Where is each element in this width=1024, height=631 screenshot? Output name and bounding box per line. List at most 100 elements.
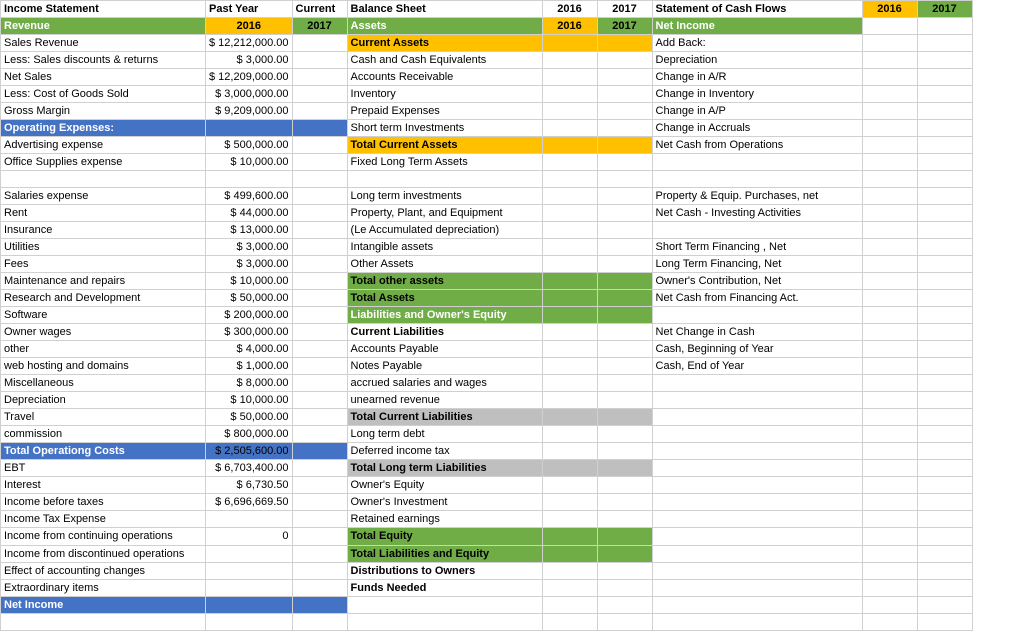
table-row: Salaries expense$ 499,600.00Long term in… <box>1 188 973 205</box>
bs-row-2017 <box>597 188 652 205</box>
is-2017-header: 2017 <box>292 18 347 35</box>
is-row-2016 <box>206 545 293 562</box>
cf-row-2016 <box>862 239 917 256</box>
bs-row-2016 <box>542 494 597 511</box>
table-row: Interest$ 6,730.50Owner's Equity <box>1 477 973 494</box>
table-row: Extraordinary itemsFunds Needed <box>1 579 973 596</box>
cf-net-income-2016 <box>862 18 917 35</box>
is-row-label: Travel <box>1 409 206 426</box>
cf-row-label: Cash, Beginning of Year <box>652 341 862 358</box>
table-row: Fees$ 3,000.00Other AssetsLong Term Fina… <box>1 256 973 273</box>
is-row-2017 <box>292 69 347 86</box>
cf-row-2016 <box>862 579 917 596</box>
cf-row-2016 <box>862 511 917 528</box>
is-row-2017 <box>292 341 347 358</box>
bs-row-2017 <box>597 171 652 188</box>
is-row-2016 <box>206 562 293 579</box>
cf-row-label <box>652 460 862 477</box>
is-row-2016: $ 44,000.00 <box>206 205 293 222</box>
cf-row-2016 <box>862 290 917 307</box>
table-row: Software$ 200,000.00Liabilities and Owne… <box>1 307 973 324</box>
cf-row-label: Change in Accruals <box>652 120 862 137</box>
cf-row-2017 <box>917 35 972 52</box>
cf-row-label <box>652 222 862 239</box>
bs-2016-val: 2016 <box>542 18 597 35</box>
is-row-2017 <box>292 35 347 52</box>
is-row-label: Interest <box>1 477 206 494</box>
bs-row-2017 <box>597 86 652 103</box>
is-row-2017 <box>292 545 347 562</box>
bs-row-2017 <box>597 562 652 579</box>
table-row: Income from discontinued operationsTotal… <box>1 545 973 562</box>
is-row-label: Advertising expense <box>1 137 206 154</box>
is-row-2016: $ 1,000.00 <box>206 358 293 375</box>
bs-row-2016 <box>542 307 597 324</box>
cf-row-label <box>652 477 862 494</box>
table-row: Rent$ 44,000.00Property, Plant, and Equi… <box>1 205 973 222</box>
is-row-2017 <box>292 596 347 613</box>
is-row-2017 <box>292 613 347 630</box>
cf-row-label <box>652 562 862 579</box>
is-row-2017 <box>292 579 347 596</box>
cf-row-2016 <box>862 120 917 137</box>
is-row-2017 <box>292 120 347 137</box>
cf-row-2017 <box>917 409 972 426</box>
is-row-2016: $ 50,000.00 <box>206 409 293 426</box>
table-row: Research and Development$ 50,000.00Total… <box>1 290 973 307</box>
cf-row-2017 <box>917 256 972 273</box>
cf-row-2016 <box>862 460 917 477</box>
bs-row-2016 <box>542 426 597 443</box>
is-row-2016 <box>206 579 293 596</box>
is-row-2016: $ 300,000.00 <box>206 324 293 341</box>
table-row: Net Income <box>1 596 973 613</box>
bs-row-2016 <box>542 290 597 307</box>
bs-row-label: Liabilities and Owner's Equity <box>347 307 542 324</box>
cf-row-2017 <box>917 358 972 375</box>
cf-row-label: Cash, End of Year <box>652 358 862 375</box>
cf-row-2017 <box>917 477 972 494</box>
cf-row-2017 <box>917 52 972 69</box>
bs-row-label: Total Current Liabilities <box>347 409 542 426</box>
is-row-label: Total Operationg Costs <box>1 443 206 460</box>
is-row-2017 <box>292 290 347 307</box>
cf-row-2017 <box>917 375 972 392</box>
table-row: web hosting and domains$ 1,000.00Notes P… <box>1 358 973 375</box>
bs-row-label: Fixed Long Term Assets <box>347 154 542 171</box>
is-row-label: Net Sales <box>1 69 206 86</box>
is-revenue-label: Revenue <box>1 18 206 35</box>
bs-row-label: Notes Payable <box>347 358 542 375</box>
bs-row-2017 <box>597 443 652 460</box>
cf-row-2016 <box>862 358 917 375</box>
table-row: Office Supplies expense$ 10,000.00Fixed … <box>1 154 973 171</box>
cf-row-label <box>652 171 862 188</box>
is-row-label: Miscellaneous <box>1 375 206 392</box>
is-row-2016: $ 10,000.00 <box>206 154 293 171</box>
bs-row-2016 <box>542 120 597 137</box>
bs-row-2017 <box>597 392 652 409</box>
cf-row-label <box>652 409 862 426</box>
cf-row-2017 <box>917 120 972 137</box>
is-row-2017 <box>292 154 347 171</box>
bs-row-2017 <box>597 545 652 562</box>
is-row-2017 <box>292 239 347 256</box>
cf-row-2016 <box>862 171 917 188</box>
is-section-title: Income Statement <box>1 1 206 18</box>
is-row-2016: $ 499,600.00 <box>206 188 293 205</box>
bs-row-2016 <box>542 103 597 120</box>
bs-row-label: Prepaid Expenses <box>347 103 542 120</box>
bs-row-2017 <box>597 477 652 494</box>
cf-row-label <box>652 579 862 596</box>
is-row-label: Software <box>1 307 206 324</box>
bs-row-2016 <box>542 460 597 477</box>
is-row-2016 <box>206 171 293 188</box>
bs-row-label: Current Liabilities <box>347 324 542 341</box>
is-row-label: Owner wages <box>1 324 206 341</box>
is-row-2016: $ 10,000.00 <box>206 273 293 290</box>
is-row-2016: $ 13,000.00 <box>206 222 293 239</box>
bs-row-2017 <box>597 256 652 273</box>
is-row-2016: $ 800,000.00 <box>206 426 293 443</box>
is-row-label: Depreciation <box>1 392 206 409</box>
bs-row-2017 <box>597 69 652 86</box>
is-row-2016: $ 6,703,400.00 <box>206 460 293 477</box>
is-row-2017 <box>292 137 347 154</box>
